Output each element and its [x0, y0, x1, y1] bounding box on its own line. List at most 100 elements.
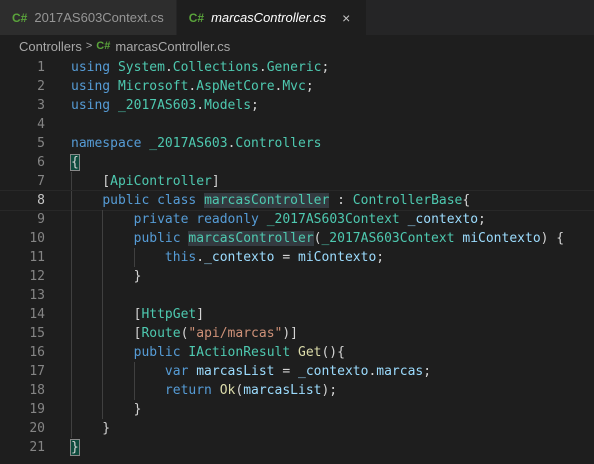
- code-token: marcasList: [243, 383, 322, 398]
- line-number: 3: [37, 98, 45, 113]
- indent-guide: [71, 419, 72, 438]
- code-text: [HttpGet]: [45, 305, 204, 324]
- code-token: _2017AS603: [117, 98, 197, 113]
- line-number: 6: [37, 155, 45, 170]
- indent-guide: [133, 248, 135, 267]
- code-token: ApiController: [110, 174, 212, 189]
- code-line[interactable]: 4: [0, 115, 594, 134]
- code-line[interactable]: 8 public class marcasController : Contro…: [0, 190, 594, 211]
- indent-guide: [102, 343, 104, 362]
- code-line[interactable]: 2 using Microsoft.AspNetCore.Mvc;: [0, 77, 594, 96]
- indent-guide: [133, 362, 135, 381]
- indent-guide: [102, 400, 104, 419]
- indent-guide: [102, 324, 104, 343]
- code-token: ;: [478, 212, 486, 227]
- tab-2017as603context[interactable]: C# 2017AS603Context.cs: [0, 0, 177, 35]
- code-text: return Ok(marcasList);: [45, 381, 337, 400]
- code-line[interactable]: 9 private readonly _2017AS603Context _co…: [0, 210, 594, 229]
- code-token: return: [164, 383, 212, 398]
- code-line[interactable]: 21}: [0, 438, 594, 457]
- indent-guide: [102, 267, 104, 286]
- code-token: miContexto: [298, 250, 377, 265]
- code-token: {: [462, 193, 471, 208]
- code-line[interactable]: 20 }: [0, 419, 594, 438]
- breadcrumb-folder[interactable]: Controllers: [19, 39, 82, 54]
- code-text: {: [45, 153, 80, 172]
- indent-guide: [71, 324, 72, 343]
- tab-marcascontroller[interactable]: C# marcasController.cs ×: [176, 0, 368, 35]
- indent-guide: [71, 305, 72, 324]
- code-token: [: [71, 307, 142, 322]
- line-number: 10: [29, 231, 45, 246]
- code-token: ;: [423, 364, 432, 379]
- code-line[interactable]: 11 this._contexto = miContexto;: [0, 248, 594, 267]
- code-token: _2017AS603: [149, 136, 228, 151]
- indent-guide: [102, 229, 104, 248]
- line-number: 20: [29, 421, 45, 436]
- editor-tab-bar: C# 2017AS603Context.cs C# marcasControll…: [0, 0, 594, 35]
- code-token: ]: [211, 174, 220, 189]
- code-line[interactable]: 14 [HttpGet]: [0, 305, 594, 324]
- code-token: {: [70, 154, 80, 171]
- code-line[interactable]: 18 return Ok(marcasList);: [0, 381, 594, 400]
- indent-guide: [71, 267, 72, 286]
- tab-label: marcasController.cs: [211, 10, 327, 25]
- code-line[interactable]: 13: [0, 286, 594, 305]
- code-token: using: [71, 79, 111, 94]
- code-token: =: [274, 364, 298, 379]
- line-number: 7: [37, 174, 45, 189]
- code-editor[interactable]: 1 using System.Collections.Generic; 2 using…: [0, 57, 594, 457]
- code-line[interactable]: 17 var marcasList = _contexto.marcas;: [0, 362, 594, 381]
- code-token: .: [196, 250, 205, 265]
- code-token: public: [133, 345, 181, 360]
- code-line[interactable]: 7 [ApiController]: [0, 172, 594, 191]
- code-token: System: [117, 60, 165, 75]
- code-line[interactable]: 16 public IActionResult Get(){: [0, 343, 594, 362]
- code-token: namespace: [71, 136, 142, 151]
- code-token: public: [102, 193, 150, 208]
- code-token: private: [133, 212, 189, 227]
- line-number: 4: [37, 117, 45, 132]
- code-token: readonly: [196, 212, 259, 227]
- code-line[interactable]: 5 namespace _2017AS603.Controllers: [0, 134, 594, 153]
- code-token: Mvc: [282, 79, 306, 94]
- close-icon[interactable]: ×: [338, 10, 354, 26]
- code-token: (){: [321, 345, 345, 360]
- indent-guide: [102, 305, 104, 324]
- indent-guide: [71, 362, 72, 381]
- code-token: Microsoft: [117, 79, 189, 94]
- line-number: 9: [37, 212, 45, 227]
- csharp-file-icon: C#: [12, 10, 28, 25]
- code-line[interactable]: 1 using System.Collections.Generic;: [0, 58, 594, 77]
- code-line[interactable]: 19 }: [0, 400, 594, 419]
- indent-guide: [71, 191, 72, 210]
- tab-label: 2017AS603Context.cs: [34, 10, 164, 25]
- indent-guide: [102, 248, 104, 267]
- indent-guide: [102, 381, 104, 400]
- code-text: this._contexto = miContexto;: [45, 248, 384, 267]
- line-number: 17: [29, 364, 45, 379]
- code-token: :: [329, 193, 353, 208]
- code-line[interactable]: 12 }: [0, 267, 594, 286]
- code-text: }: [45, 400, 142, 419]
- code-line[interactable]: 3 using _2017AS603.Models;: [0, 96, 594, 115]
- code-text: using System.Collections.Generic;: [45, 58, 329, 77]
- code-line[interactable]: 15 [Route("api/marcas")]: [0, 324, 594, 343]
- code-text: }: [45, 419, 110, 438]
- code-token: }: [71, 269, 142, 284]
- code-token: =: [274, 250, 298, 265]
- code-token: marcasController: [188, 231, 314, 246]
- code-token: _contexto: [298, 364, 369, 379]
- code-token: Get: [298, 345, 322, 360]
- line-number: 1: [37, 60, 45, 75]
- csharp-file-icon: C#: [188, 10, 205, 25]
- code-line[interactable]: 10 public marcasController(_2017AS603Con…: [0, 229, 594, 248]
- breadcrumb-file[interactable]: marcasController.cs: [115, 39, 230, 54]
- code-line[interactable]: 6{: [0, 153, 594, 172]
- code-token: ControllerBase: [352, 193, 463, 208]
